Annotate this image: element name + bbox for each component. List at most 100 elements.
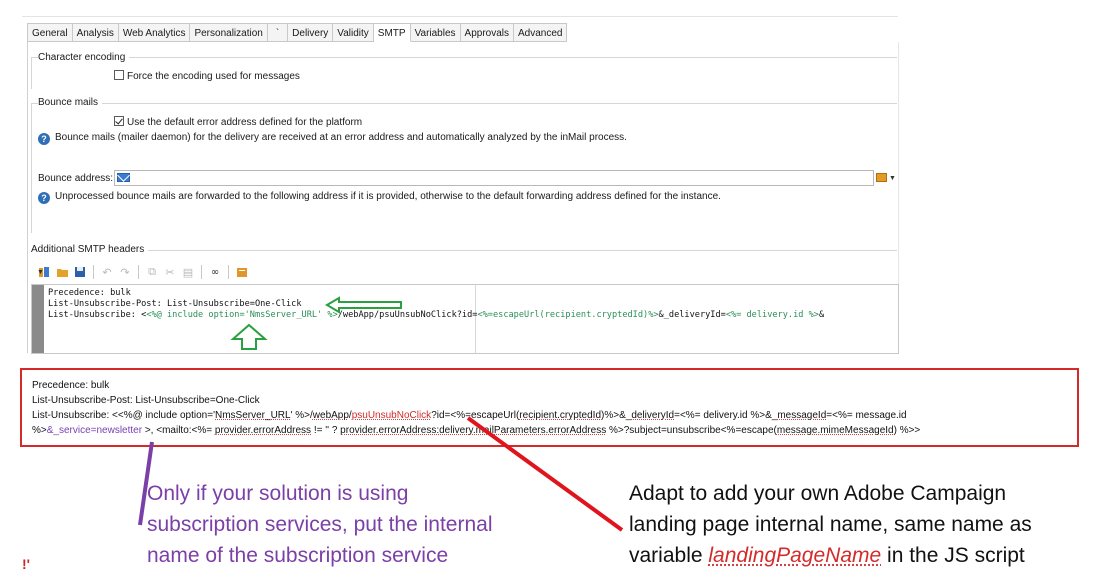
encoding-left-border [31,57,32,89]
forward-info-row: ? Unprocessed bounce mails are forwarded … [38,191,721,204]
redo-icon[interactable]: ↷ [118,265,132,279]
code-token: <%@ include option='NmsServer_URL' %> [146,310,338,320]
encoding-title: Character encoding [38,52,130,63]
note-left-line-2: subscription services, put the internal [147,513,493,536]
bounce-left-border [31,103,32,233]
tab-general[interactable]: General [27,23,73,42]
open-icon[interactable] [55,265,69,279]
chevron-down-icon[interactable]: ▼ [889,175,896,182]
header-code-box: Precedence: bulk List-Unsubscribe-Post: … [20,368,1079,447]
code-token: &_deliveryId= [658,310,726,320]
envelope-icon [117,173,130,182]
default-error-label: Use the default error address defined fo… [127,117,363,128]
bounce-address-input[interactable] [114,170,874,186]
note-left-line-3: name of the subscription service [147,544,449,567]
rb-token: webApp [312,410,349,421]
address-book-icon[interactable] [235,265,249,279]
save-icon[interactable] [73,265,87,279]
smtp-headers-editor[interactable]: Precedence: bulk List-Unsubscribe-Post: … [31,284,899,354]
code-token: List-Unsubscribe: < [48,310,147,320]
rb-token: messageId [777,410,827,421]
tab-bar: General Analysis Web Analytics Personali… [27,23,568,42]
note-left-line-1: Only if your solution is using [147,482,409,505]
rb-token: %> [32,425,47,436]
rb-line-3: List-Unsubscribe: <<%@ include option='N… [32,410,907,421]
subscription-service-note: Only if your solution is using subscript… [147,478,493,571]
rb-token: != '' ? [311,425,341,436]
default-error-checkbox[interactable] [114,116,124,126]
tab-analysis[interactable]: Analysis [72,23,119,42]
tab-validity[interactable]: Validity [333,23,374,42]
tab-web-analytics[interactable]: Web Analytics [118,23,191,42]
forward-info-text: Unprocessed bounce mails are forwarded t… [55,191,721,202]
rb-token: ?id=<%=escapeUrl( [431,410,520,421]
rb-line-2: List-Unsubscribe-Post: List-Unsubscribe=… [32,395,260,406]
tab-smtp[interactable]: SMTP [373,23,411,42]
landing-page-variable: landingPageName [708,544,882,567]
headers-title: Additional SMTP headers [31,244,149,255]
tab-delivery[interactable]: Delivery [288,23,334,42]
toolbar-divider [93,265,94,279]
code-token: <%= delivery.id %> [725,310,819,320]
info-icon: ? [38,192,50,204]
rb-token: List-Unsubscribe: <<%@ include option=' [32,410,215,421]
address-book-icon[interactable] [876,173,887,182]
rb-token: provider.errorAddress:delivery.mailParam… [340,425,607,436]
top-divider [22,16,898,17]
code-line-2: List-Unsubscribe-Post: List-Unsubscribe=… [48,299,302,309]
note-right-line-3: variable landingPageName in the JS scrip… [629,540,1032,571]
rb-token: =<%= message.id [826,410,907,421]
bounce-separator [31,103,897,104]
rb-token: =<%= delivery.id %>&_ [674,410,778,421]
toolbar-divider [138,265,139,279]
editor-toolbar: ↶ ↷ ⧉ ✂ ▤ ∞ ▼ [37,264,249,280]
toolbar-divider [228,265,229,279]
tab-approvals[interactable]: Approvals [460,23,514,42]
rb-token: )%>&_ [601,410,632,421]
bounce-info-row: ? Bounce mails (mailer daemon) for the de… [38,132,627,145]
toolbar-divider [201,265,202,279]
rb-landing-page-name: psuUnsubNoClick [351,410,432,421]
note-right-line-2: landing page internal name, same name as [629,513,1032,536]
tab-advanced[interactable]: Advanced [514,23,568,42]
editor-code: Precedence: bulk List-Unsubscribe-Post: … [48,288,824,321]
rb-line-1: Precedence: bulk [32,380,110,391]
bounce-title: Bounce mails [38,97,103,108]
paste-icon[interactable]: ▤ [181,265,195,279]
rb-token: provider.errorAddress [214,425,312,436]
tab-personalization[interactable]: Personalization [190,23,268,42]
rb-token: recipient.cryptedId [519,410,602,421]
cut-off-fragment: !' [22,556,30,572]
encoding-separator [31,57,897,58]
chevron-down-icon[interactable]: ▼ [37,269,44,276]
green-left-arrow [325,296,402,314]
rb-token: ' %>/ [290,410,313,421]
tab-variables[interactable]: Variables [410,23,461,42]
undo-icon[interactable]: ↶ [100,265,114,279]
bounce-info-text: Bounce mails (mailer daemon) for the del… [55,132,627,143]
rb-token: deliveryId [631,410,675,421]
editor-gutter [32,285,44,353]
headers-separator [31,250,897,251]
tab-blank[interactable]: ` [267,23,289,42]
rb-token: >, <mailto:<%= [142,425,215,436]
landing-page-note: Adapt to add your own Adobe Campaign lan… [629,478,1032,571]
code-line-3: List-Unsubscribe: <<%@ include option='N… [48,310,824,320]
default-error-row[interactable]: Use the default error address defined fo… [114,116,362,128]
find-icon[interactable]: ∞ [208,265,222,279]
force-encoding-row[interactable]: Force the encoding used for messages [114,70,300,82]
cut-icon[interactable]: ✂ [163,265,177,279]
rb-token: message.mimeMessageId [776,425,894,436]
green-up-arrow [230,323,268,350]
copy-icon[interactable]: ⧉ [145,265,159,279]
note-token: variable [629,544,709,567]
rb-token: NmsServer_URL [215,410,291,421]
note-right-line-1: Adapt to add your own Adobe Campaign [629,482,1007,505]
info-icon: ? [38,133,50,145]
bounce-address-label: Bounce address: [38,173,114,184]
code-token: <%=escapeUrl(recipient.cryptedId)%> [477,310,659,320]
rb-line-4: %>&_service=newsletter >, <mailto:<%= pr… [32,425,920,436]
rb-service-param: &_service=newsletter [46,425,143,436]
force-encoding-checkbox[interactable] [114,70,124,80]
note-token: in the JS script [881,544,1025,567]
